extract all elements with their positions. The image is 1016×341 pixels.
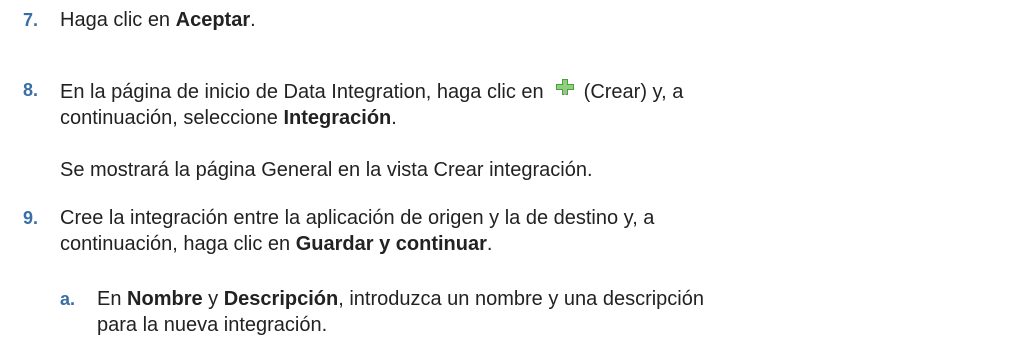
save-continue-label: Guardar y continuar [295,233,487,255]
step-note: Se mostrará la página General en la vist… [60,159,593,181]
plus-icon [554,77,576,95]
description-label: Descripción [223,288,339,310]
name-label: Nombre [127,288,203,310]
ok-label: Aceptar [175,9,251,31]
substep-text: En Nombre y Descripción, introduzca un n… [97,288,704,336]
integration-label: Integración [283,107,392,129]
substep-letter: a. [60,289,76,309]
step-text: En la página de inicio de Data Integrati… [60,77,700,131]
step-text: Cree la integración entre la aplicación … [60,207,655,255]
step-number: 8. [23,80,39,100]
step-number: 9. [23,208,39,228]
step-text: Haga clic en Aceptar. [60,9,256,31]
step-number: 7. [23,10,39,30]
